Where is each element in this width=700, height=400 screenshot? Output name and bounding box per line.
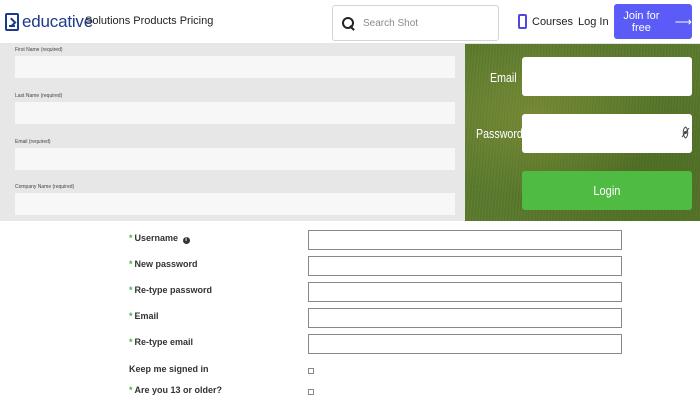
email-label: Email (required) [15,139,51,145]
login-email-input[interactable] [522,57,692,96]
required-marker: * [129,311,133,321]
login-panel: Email Password Login [465,44,700,221]
nav-solutions[interactable]: Solutions [85,15,130,27]
retype-email-input[interactable] [308,334,622,354]
nav-products[interactable]: Products [133,15,176,27]
last-name-label: Last Name (required) [15,93,63,99]
new-password-label: * New password [129,259,198,269]
required-marker: * [129,259,133,269]
login-link[interactable]: Log In [578,16,609,28]
email-input[interactable] [15,148,455,170]
retype-password-label: * Re-type password [129,285,212,295]
nav-pricing[interactable]: Pricing [180,15,214,27]
join-for-free-button[interactable]: Join for free ⟶ [614,4,692,39]
top-navbar: educative Solutions Products Pricing Cou… [0,0,700,44]
company-name-label: Company Name (required) [15,184,75,190]
main-nav: Solutions Products Pricing [85,15,213,27]
retype-password-input[interactable] [308,282,622,302]
book-icon [518,14,527,29]
new-password-label-text: New password [134,259,198,269]
age-confirm-label: * Are you 13 or older? [129,385,222,395]
reg-email-label: * Email [129,311,159,321]
required-marker: * [129,285,133,295]
login-button[interactable]: Login [522,171,692,210]
first-name-input[interactable] [15,56,455,78]
last-name-input[interactable] [15,102,455,124]
info-icon[interactable]: i [182,237,190,244]
keep-signed-in-label: Keep me signed in [129,364,209,374]
search-icon [342,16,355,30]
eye-slash-icon[interactable] [681,126,690,139]
login-button-label: Login [593,183,621,198]
retype-password-label-text: Re-type password [134,285,213,295]
login-password-label: Password [476,126,523,141]
login-password-input[interactable] [522,114,692,153]
join-label: Join for free [623,9,660,34]
username-input[interactable] [308,230,622,250]
first-name-label: First Name (required) [15,47,63,53]
username-label-text: Username [134,233,179,243]
login-email-label: Email [490,70,517,85]
new-password-input[interactable] [308,256,622,276]
search-box[interactable] [332,5,499,41]
reg-email-label-text: Email [134,311,159,321]
reg-email-input[interactable] [308,308,622,328]
age-confirm-checkbox[interactable] [308,389,314,395]
logo-text: educative [22,12,93,31]
keep-signed-in-checkbox[interactable] [308,368,314,374]
required-marker: * [129,385,133,395]
educative-logo[interactable]: educative [5,12,93,32]
retype-email-label: * Re-type email [129,337,193,347]
courses-label: Courses [532,15,573,28]
required-marker: * [129,337,133,347]
company-name-input[interactable] [15,193,455,215]
required-marker: * [129,233,133,243]
arrow-right-icon: ⟶ [674,14,692,29]
contact-form-panel: First Name (required) Last Name (require… [0,44,465,221]
username-label: * Username i [129,233,190,244]
courses-link[interactable]: Courses [518,14,573,29]
logo-icon [5,13,19,31]
retype-email-label-text: Re-type email [134,337,194,347]
age-confirm-label-text: Are you 13 or older? [134,385,223,395]
search-input[interactable] [363,17,483,29]
